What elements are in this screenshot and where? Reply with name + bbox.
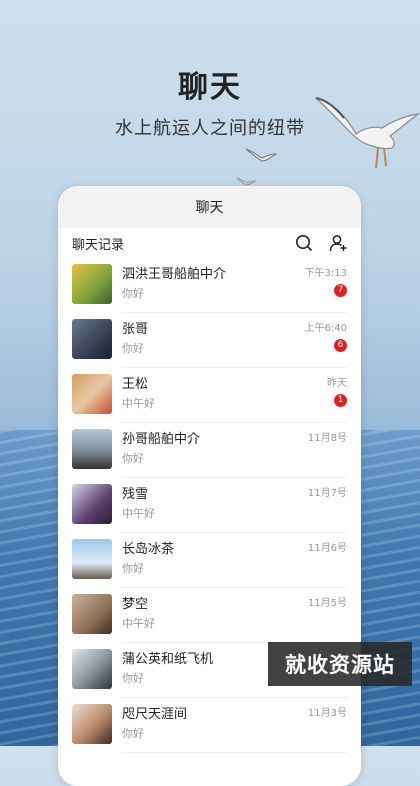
app-bar-title: 聊天 [195,200,224,216]
chat-list-title: 聊天记录 [72,237,125,253]
chat-name: 蒲公英和纸飞机 [122,652,214,667]
avatar [72,484,112,524]
unread-badge: 1 [334,394,347,407]
chat-row[interactable]: 泗洪王哥船舶中介 你好 下午3:13 7 [58,258,361,313]
chat-message: 中午好 [122,397,155,410]
avatar [72,704,112,744]
avatar [72,649,112,689]
chat-message: 中午好 [122,507,155,520]
unread-badge: 7 [334,284,347,297]
app-bar: 聊天 [58,186,361,228]
chat-message: 你好 [122,342,144,355]
watermark-label: 就收资源站 [268,642,412,686]
chat-time: 11月7号 [307,488,347,499]
chat-message: 你好 [122,452,144,465]
chat-message: 你好 [122,672,144,685]
unread-badge: 6 [334,339,347,352]
chat-time: 下午3:13 [304,268,347,279]
chat-name: 梦空 [122,597,149,612]
chat-time: 11月6号 [307,543,347,554]
chat-message: 你好 [122,287,144,300]
chat-row[interactable]: 张哥 你好 上午6:40 6 [58,313,361,368]
add-person-icon[interactable] [329,234,347,252]
avatar [72,594,112,634]
avatar [72,374,112,414]
chat-row[interactable]: 王松 中午好 昨天 1 [58,368,361,423]
avatar [72,264,112,304]
seagull-small-image [245,148,278,162]
chat-name: 孙哥船舶中介 [122,432,201,447]
chat-message: 你好 [122,562,144,575]
chat-name: 长岛冰茶 [122,542,175,557]
chat-row[interactable]: 长岛冰茶 你好 11月6号 [58,533,361,588]
avatar [72,429,112,469]
chat-name: 泗洪王哥船舶中介 [122,267,227,282]
chat-row[interactable]: 孙哥船舶中介 你好 11月8号 [58,423,361,478]
chat-list-header: 聊天记录 [58,228,361,258]
chat-message: 你好 [122,727,144,740]
chat-time: 上午6:40 [304,323,347,334]
chat-row[interactable]: 咫尺天涯间 你好 11月3号 [58,698,361,753]
chat-name: 咫尺天涯间 [122,707,188,722]
chat-time: 11月5号 [307,598,347,609]
chat-name: 张哥 [122,322,149,337]
avatar [72,319,112,359]
chat-name: 残雪 [122,487,149,502]
phone-mockup: 聊天 聊天记录 泗洪王哥船舶中介 你好 下午3:13 7 张哥 你好 上午6:4… [58,186,361,786]
chat-row[interactable]: 梦空 中午好 11月5号 [58,588,361,643]
chat-time: 11月8号 [307,433,347,444]
seagull-tiny-image [236,177,256,186]
chat-time: 昨天 [327,378,347,389]
avatar [72,539,112,579]
chat-row[interactable]: 残雪 中午好 11月7号 [58,478,361,533]
search-icon[interactable] [295,234,313,252]
chat-name: 王松 [122,377,149,392]
seagull-image [315,97,420,169]
chat-message: 中午好 [122,617,155,630]
chat-time: 11月3号 [307,708,347,719]
